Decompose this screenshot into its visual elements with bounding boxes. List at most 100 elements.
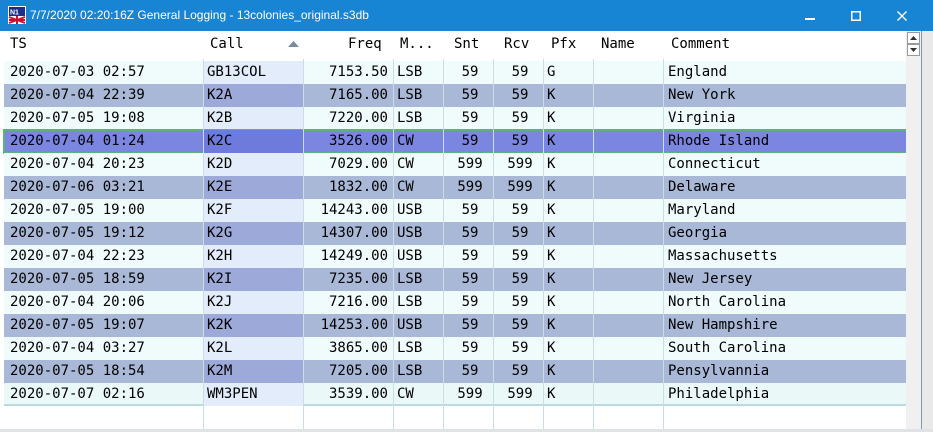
cell-freq[interactable]: 7165.00 [304, 84, 388, 107]
cell-comment[interactable]: Pensylvannia [668, 360, 908, 383]
cell-pfx[interactable]: K [547, 222, 593, 245]
table-row[interactable]: 2020-07-05 18:59 K2I 7235.00 LSB 59 59 K New Je… [4, 268, 921, 291]
cell-mode[interactable]: LSB [397, 268, 443, 291]
cell-rcv[interactable]: 59 [497, 360, 543, 383]
cell-snt[interactable]: 59 [447, 222, 493, 245]
cell-comment[interactable]: South Carolina [668, 337, 908, 360]
cell-ts[interactable]: 2020-07-04 22:39 [10, 84, 200, 107]
cell-pfx[interactable]: K [547, 245, 593, 268]
cell-rcv[interactable]: 59 [497, 61, 543, 84]
cell-snt[interactable]: 59 [447, 245, 493, 268]
cell-freq[interactable]: 14243.00 [304, 199, 388, 222]
cell-ts[interactable]: 2020-07-04 20:23 [10, 153, 200, 176]
cell-freq[interactable]: 3526.00 [304, 130, 388, 153]
cell-comment[interactable]: New Jersey [668, 268, 908, 291]
cell-snt[interactable]: 59 [447, 337, 493, 360]
table-row[interactable]: 2020-07-05 18:54 K2M 7205.00 LSB 59 59 K Pensyl… [4, 360, 921, 383]
cell-call[interactable]: K2B [207, 107, 303, 130]
cell-mode[interactable]: CW [397, 153, 443, 176]
column-header-call[interactable]: Call [210, 36, 244, 54]
cell-pfx[interactable]: K [547, 314, 593, 337]
cell-call[interactable]: K2H [207, 245, 303, 268]
cell-snt[interactable]: 59 [447, 107, 493, 130]
column-header-pfx[interactable]: Pfx [551, 36, 576, 54]
table-row[interactable]: 2020-07-05 19:00 K2F 14243.00 USB 59 59 K Maryl… [4, 199, 921, 222]
cell-snt[interactable]: 59 [447, 268, 493, 291]
cell-rcv[interactable]: 599 [497, 383, 543, 406]
cell-mode[interactable]: USB [397, 199, 443, 222]
table-row[interactable]: 2020-07-05 19:07 K2K 14253.00 USB 59 59 K New H… [4, 314, 921, 337]
cell-rcv[interactable]: 59 [497, 314, 543, 337]
cell-ts[interactable]: 2020-07-03 02:57 [10, 61, 200, 84]
cell-freq[interactable]: 7029.00 [304, 153, 388, 176]
cell-name[interactable] [599, 337, 663, 360]
cell-snt[interactable]: 59 [447, 291, 493, 314]
cell-comment[interactable]: Georgia [668, 222, 908, 245]
cell-rcv[interactable]: 59 [497, 268, 543, 291]
cell-comment[interactable]: Connecticut [668, 153, 908, 176]
cell-name[interactable] [599, 61, 663, 84]
cell-name[interactable] [599, 107, 663, 130]
cell-ts[interactable]: 2020-07-07 02:16 [10, 383, 200, 406]
cell-rcv[interactable]: 59 [497, 291, 543, 314]
cell-mode[interactable]: LSB [397, 61, 443, 84]
cell-call[interactable]: K2L [207, 337, 303, 360]
table-row[interactable]: 2020-07-04 01:24 K2C 3526.00 CW 59 59 K Rhode I… [3, 129, 921, 154]
cell-mode[interactable]: LSB [397, 337, 443, 360]
cell-call[interactable]: K2C [207, 130, 303, 153]
cell-comment[interactable]: New Hampshire [668, 314, 908, 337]
cell-pfx[interactable]: G [547, 61, 593, 84]
cell-freq[interactable]: 3865.00 [304, 337, 388, 360]
cell-ts[interactable]: 2020-07-05 19:12 [10, 222, 200, 245]
cell-mode[interactable]: USB [397, 245, 443, 268]
cell-name[interactable] [599, 199, 663, 222]
cell-ts[interactable]: 2020-07-05 19:00 [10, 199, 200, 222]
cell-freq[interactable]: 14307.00 [304, 222, 388, 245]
cell-ts[interactable]: 2020-07-04 22:23 [10, 245, 200, 268]
cell-freq[interactable]: 14253.00 [304, 314, 388, 337]
cell-mode[interactable]: USB [397, 222, 443, 245]
cell-snt[interactable]: 59 [447, 61, 493, 84]
cell-name[interactable] [599, 291, 663, 314]
table-row[interactable]: 2020-07-04 22:39 K2A 7165.00 LSB 59 59 K New Yo… [4, 84, 921, 107]
cell-mode[interactable]: LSB [397, 360, 443, 383]
close-button[interactable] [879, 0, 925, 31]
cell-freq[interactable]: 3539.00 [304, 383, 388, 406]
cell-name[interactable] [599, 314, 663, 337]
cell-pfx[interactable]: K [547, 360, 593, 383]
cell-mode[interactable]: CW [397, 176, 443, 199]
cell-snt[interactable]: 599 [447, 383, 493, 406]
cell-call[interactable]: WM3PEN [207, 383, 303, 406]
table-row[interactable]: 2020-07-05 19:08 K2B 7220.00 LSB 59 59 K Virgin… [4, 107, 921, 130]
cell-pfx[interactable]: K [547, 291, 593, 314]
cell-snt[interactable]: 59 [447, 314, 493, 337]
cell-comment[interactable]: North Carolina [668, 291, 908, 314]
table-row[interactable]: 2020-07-04 22:23 K2H 14249.00 USB 59 59 K Massa… [4, 245, 921, 268]
cell-call[interactable]: GB13COL [207, 61, 303, 84]
cell-call[interactable]: K2D [207, 153, 303, 176]
column-header-mode[interactable]: M... [400, 36, 434, 54]
cell-pfx[interactable]: K [547, 268, 593, 291]
column-header-snt[interactable]: Snt [454, 36, 479, 54]
table-row[interactable]: 2020-07-03 02:57 GB13COL 7153.50 LSB 59 59 G En… [4, 61, 921, 84]
cell-snt[interactable]: 599 [447, 176, 493, 199]
cell-pfx[interactable]: K [547, 84, 593, 107]
cell-rcv[interactable]: 599 [497, 153, 543, 176]
minimize-button[interactable] [787, 0, 833, 31]
cell-call[interactable]: K2E [207, 176, 303, 199]
cell-freq[interactable]: 7153.50 [304, 61, 388, 84]
cell-freq[interactable]: 7205.00 [304, 360, 388, 383]
cell-call[interactable]: K2A [207, 84, 303, 107]
cell-rcv[interactable]: 59 [497, 130, 543, 153]
cell-call[interactable]: K2J [207, 291, 303, 314]
cell-snt[interactable]: 59 [447, 199, 493, 222]
cell-mode[interactable]: LSB [397, 291, 443, 314]
cell-freq[interactable]: 7216.00 [304, 291, 388, 314]
log-grid[interactable]: TS Call Freq M... Snt Rcv Pfx Name Comme… [0, 31, 921, 429]
cell-comment[interactable]: Virginia [668, 107, 908, 130]
cell-ts[interactable]: 2020-07-04 20:06 [10, 291, 200, 314]
cell-rcv[interactable]: 59 [497, 107, 543, 130]
cell-comment[interactable]: Rhode Island [668, 130, 908, 153]
cell-name[interactable] [599, 360, 663, 383]
cell-name[interactable] [599, 176, 663, 199]
